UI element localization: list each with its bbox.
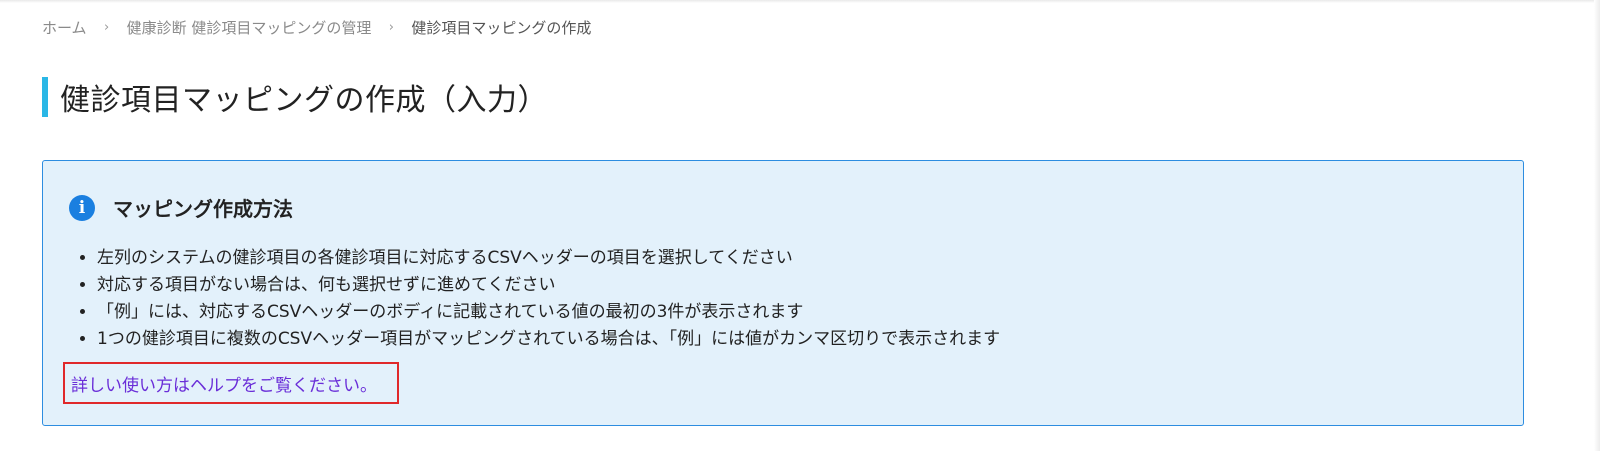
list-item: 対応する項目がない場合は、何も選択せずに進めてください <box>97 272 1000 299</box>
breadcrumb-home-link[interactable]: ホーム <box>42 17 87 38</box>
breadcrumb-mapping-management-link[interactable]: 健康診断 健診項目マッピングの管理 <box>127 17 372 38</box>
page-title: 健診項目マッピングの作成（入力） <box>60 83 548 118</box>
help-link-highlight: 詳しい使い方はヘルプをご覧ください。 <box>63 362 399 404</box>
list-item: 左列のシステムの健診項目の各健診項目に対応するCSVヘッダーの項目を選択してくだ… <box>97 245 1000 272</box>
page-header: 健診項目マッピングの作成（入力） <box>42 77 548 118</box>
breadcrumb-current-page: 健診項目マッピングの作成 <box>411 18 592 37</box>
help-link[interactable]: 詳しい使い方はヘルプをご覧ください。 <box>71 371 377 396</box>
info-panel: i マッピング作成方法 左列のシステムの健診項目の各健診項目に対応するCSVヘッ… <box>42 160 1524 426</box>
info-panel-title: マッピング作成方法 <box>113 197 293 221</box>
breadcrumb: ホーム › 健康診断 健診項目マッピングの管理 › 健診項目マッピングの作成 <box>42 17 591 37</box>
info-panel-header: i マッピング作成方法 <box>69 193 293 222</box>
title-accent-bar <box>42 77 48 117</box>
top-edge-divider <box>0 0 1600 3</box>
list-item: 「例」には、対応するCSVヘッダーのボディに記載されている値の最初の3件が表示さ… <box>97 299 1000 326</box>
list-item: 1つの健診項目に複数のCSVヘッダー項目がマッピングされている場合は、「例」には… <box>97 326 1000 353</box>
page: ホーム › 健康診断 健診項目マッピングの管理 › 健診項目マッピングの作成 健… <box>0 0 1600 451</box>
chevron-right-icon: › <box>103 19 110 35</box>
instruction-list: 左列のシステムの健診項目の各健診項目に対応するCSVヘッダーの項目を選択してくだ… <box>79 245 1000 353</box>
right-edge-divider <box>1594 0 1600 451</box>
info-icon: i <box>69 194 95 221</box>
chevron-right-icon: › <box>388 19 394 35</box>
